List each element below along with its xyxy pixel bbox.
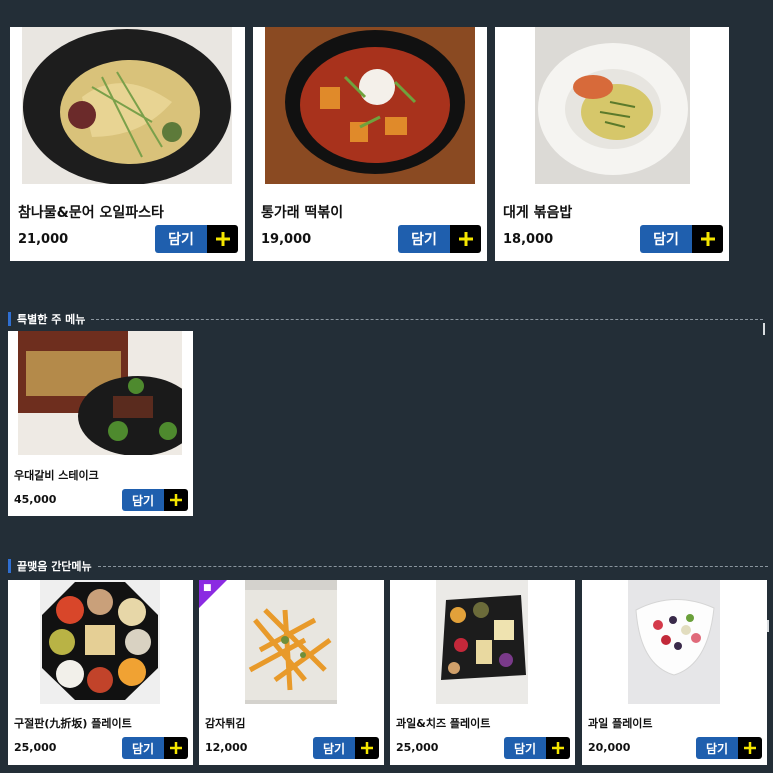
scroll-indicator[interactable] (763, 323, 765, 335)
menu-image-oil-pasta[interactable] (22, 27, 232, 184)
menu-image-tteokbokki[interactable] (265, 27, 475, 184)
menu-name: 과일 플레이트 (588, 717, 653, 730)
plus-icon (546, 737, 570, 759)
add-to-cart-label: 담기 (398, 225, 450, 253)
menu-card-crab-fried-rice[interactable]: 대게 볶음밥 18,000 담기 (495, 27, 729, 261)
section-divider (91, 318, 763, 320)
section-accent-bar (8, 312, 11, 326)
menu-price: 18,000 (503, 232, 554, 247)
add-to-cart-label: 담기 (155, 225, 207, 253)
new-badge-glyph-icon: ■ (203, 583, 212, 593)
plus-icon (164, 489, 188, 511)
add-to-cart-label: 담기 (696, 737, 738, 759)
add-to-cart-label: 담기 (504, 737, 546, 759)
section-title-text: 끝맺음 간단메뉴 (17, 560, 92, 573)
section-title-special: 특별한 주 메뉴 (8, 310, 763, 328)
plus-icon (450, 225, 481, 253)
add-to-cart-label: 담기 (313, 737, 355, 759)
section-title-text: 특별한 주 메뉴 (17, 313, 86, 326)
menu-image-fruit-cheese-plate[interactable] (436, 580, 528, 704)
menu-name: 통가래 떡볶이 (261, 205, 344, 221)
add-to-cart-button[interactable]: 담기 (122, 737, 188, 759)
plus-icon (692, 225, 723, 253)
plus-icon (164, 737, 188, 759)
add-to-cart-button[interactable]: 담기 (696, 737, 762, 759)
add-to-cart-button[interactable]: 담기 (398, 225, 481, 253)
plus-icon (738, 737, 762, 759)
menu-name: 대게 볶음밥 (503, 205, 573, 221)
add-to-cart-button[interactable]: 담기 (504, 737, 570, 759)
menu-card-fruit-plate[interactable]: 과일 플레이트 20,000 담기 (582, 580, 767, 765)
menu-image-gujeolpan[interactable] (40, 580, 160, 704)
menu-price: 21,000 (18, 232, 69, 247)
menu-image-french-fries[interactable] (245, 580, 337, 704)
menu-price: 45,000 (14, 493, 57, 506)
menu-card-gujeolpan[interactable]: 구절판(九折坂) 플레이트 25,000 담기 (8, 580, 193, 765)
menu-price: 25,000 (14, 741, 57, 754)
section-accent-bar (8, 559, 11, 573)
menu-price: 20,000 (588, 741, 631, 754)
plus-icon (207, 225, 238, 253)
add-to-cart-button[interactable]: 담기 (122, 489, 188, 511)
menu-card-fruit-cheese-plate[interactable]: 과일&치즈 플레이트 25,000 담기 (390, 580, 575, 765)
section-title-snack: 끝맺음 간단메뉴 (8, 557, 768, 575)
menu-name: 감자튀김 (205, 717, 246, 730)
add-to-cart-button[interactable]: 담기 (313, 737, 379, 759)
menu-card-oil-pasta[interactable]: 참나물&문어 오일파스타 21,000 담기 (10, 27, 245, 261)
menu-name: 과일&치즈 플레이트 (396, 717, 491, 730)
section-divider (97, 565, 768, 567)
menu-name: 참나물&문어 오일파스타 (18, 205, 164, 221)
menu-card-french-fries[interactable]: ■ 감자튀김 12,000 담기 (199, 580, 384, 765)
menu-image-fruit-plate[interactable] (628, 580, 720, 704)
menu-card-tteokbokki[interactable]: 통가래 떡볶이 19,000 담기 (253, 27, 487, 261)
add-to-cart-button[interactable]: 담기 (640, 225, 723, 253)
menu-name: 우대갈비 스테이크 (14, 469, 99, 482)
add-to-cart-label: 담기 (122, 737, 164, 759)
add-to-cart-label: 담기 (640, 225, 692, 253)
menu-name: 구절판(九折坂) 플레이트 (14, 717, 132, 730)
menu-price: 12,000 (205, 741, 248, 754)
menu-image-crab-fried-rice[interactable] (535, 27, 690, 184)
menu-image-short-rib-steak[interactable] (18, 331, 182, 455)
menu-price: 19,000 (261, 232, 312, 247)
menu-price: 25,000 (396, 741, 439, 754)
add-to-cart-label: 담기 (122, 489, 164, 511)
menu-card-short-rib-steak[interactable]: 우대갈비 스테이크 45,000 담기 (8, 331, 193, 516)
plus-icon (355, 737, 379, 759)
scroll-indicator[interactable] (767, 620, 769, 632)
add-to-cart-button[interactable]: 담기 (155, 225, 238, 253)
